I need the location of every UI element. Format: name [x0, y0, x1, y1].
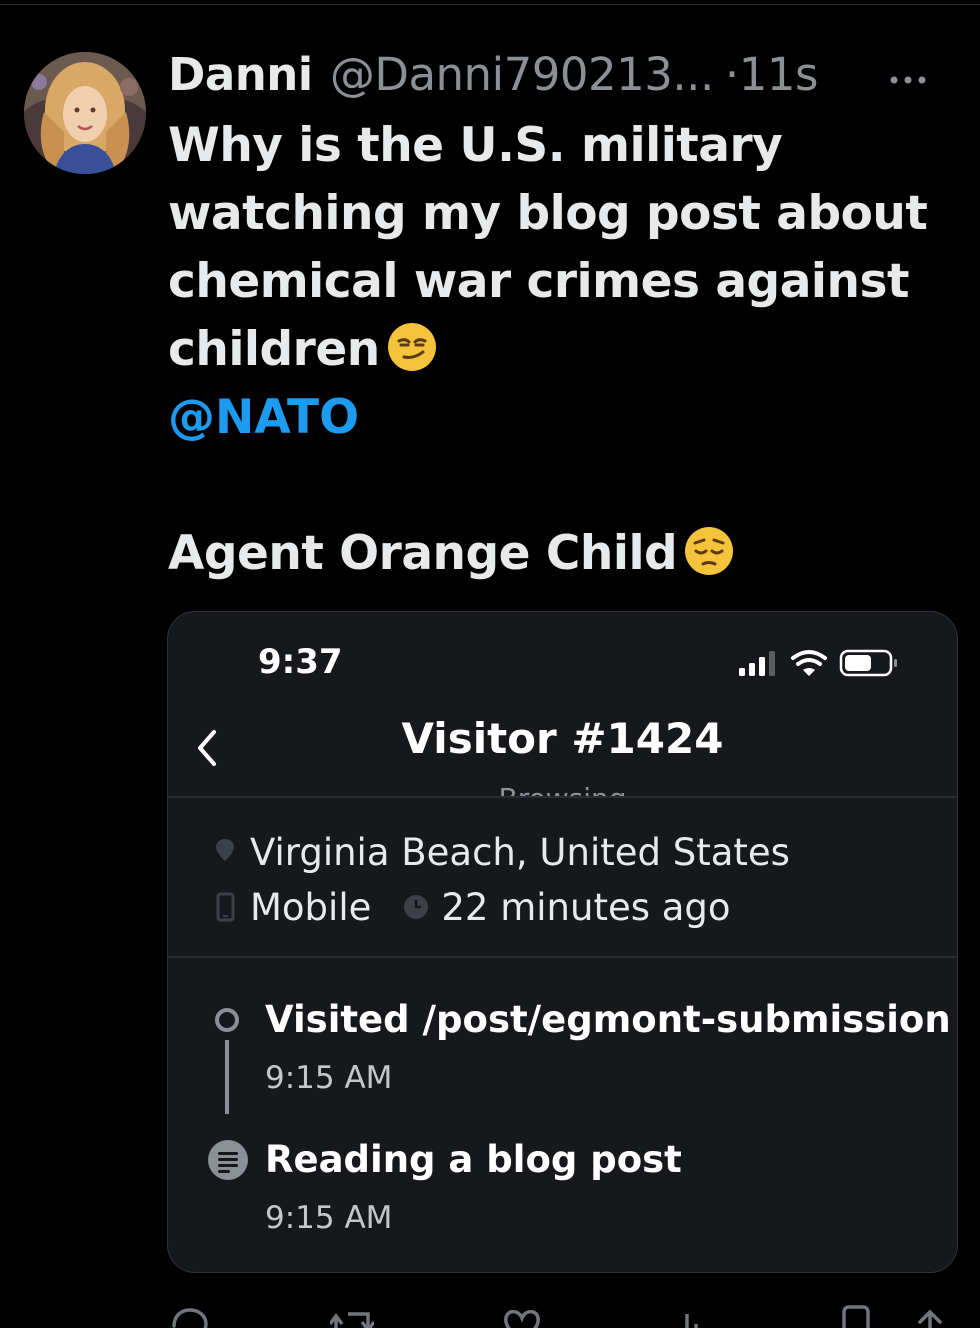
wifi-icon	[791, 650, 827, 676]
tweet-page: Danni @Danni790213... ·11s Why is the U.…	[0, 0, 980, 1328]
separator-dot: ·	[724, 48, 739, 101]
event-title[interactable]: Reading a blog post	[265, 1138, 682, 1181]
signal-bars-icon	[739, 651, 775, 676]
event-time: 9:15 AM	[265, 1200, 393, 1236]
device-row: Mobile 22 minutes ago	[208, 884, 731, 930]
tweet-header: Danni @Danni790213... ·11s	[168, 48, 948, 108]
display-name[interactable]: Danni	[168, 48, 313, 101]
clock-icon	[399, 890, 433, 924]
mention-link[interactable]: @NATO	[168, 384, 359, 452]
like-icon[interactable]	[500, 1304, 544, 1328]
tweet-second-line: Agent Orange Child	[168, 520, 735, 588]
tweet-time[interactable]: 11s	[739, 48, 819, 101]
share-icon[interactable]	[908, 1304, 952, 1328]
card-divider	[168, 796, 957, 798]
more-horizontal-icon[interactable]	[888, 74, 928, 86]
last-seen-text: 22 minutes ago	[441, 885, 731, 929]
visitor-status: Browsing	[168, 782, 957, 796]
avatar[interactable]	[24, 52, 146, 174]
pensive-face-emoji	[685, 527, 734, 575]
circle-outline-icon	[215, 1008, 239, 1032]
tweet-body: Why is the U.S. military watching my blo…	[168, 118, 928, 377]
tweet-text: Why is the U.S. military watching my blo…	[168, 112, 948, 384]
location-pin-icon	[208, 835, 242, 869]
visitor-title: Visitor #1424	[401, 714, 724, 763]
phone-icon	[208, 890, 242, 924]
card-divider	[168, 956, 957, 958]
tweet-action-bar	[168, 1296, 958, 1328]
bookmark-icon[interactable]	[834, 1304, 878, 1328]
device-text: Mobile	[250, 885, 372, 929]
event-time: 9:15 AM	[265, 1060, 393, 1096]
status-bar-icons	[739, 649, 897, 677]
user-handle[interactable]: @Danni790213...	[330, 48, 714, 101]
location-text: Virginia Beach, United States	[250, 830, 790, 874]
status-bar-time: 9:37	[258, 642, 343, 682]
smirking-face-emoji	[387, 323, 436, 371]
views-icon[interactable]	[668, 1304, 712, 1328]
event-title[interactable]: Visited /post/egmont-submission	[265, 998, 951, 1041]
location-row: Virginia Beach, United States	[208, 829, 790, 875]
reply-icon[interactable]	[168, 1304, 212, 1328]
top-divider	[0, 4, 980, 5]
timeline-connector	[225, 1040, 229, 1114]
document-lines-icon	[208, 1140, 248, 1180]
tweet-second-text: Agent Orange Child	[168, 526, 678, 581]
visitor-status-text: Browsing	[168, 782, 957, 796]
embedded-screenshot-card[interactable]: 9:37 Visitor #1424 Browsing	[167, 611, 958, 1273]
retweet-icon[interactable]	[330, 1304, 374, 1328]
battery-icon	[839, 649, 897, 677]
